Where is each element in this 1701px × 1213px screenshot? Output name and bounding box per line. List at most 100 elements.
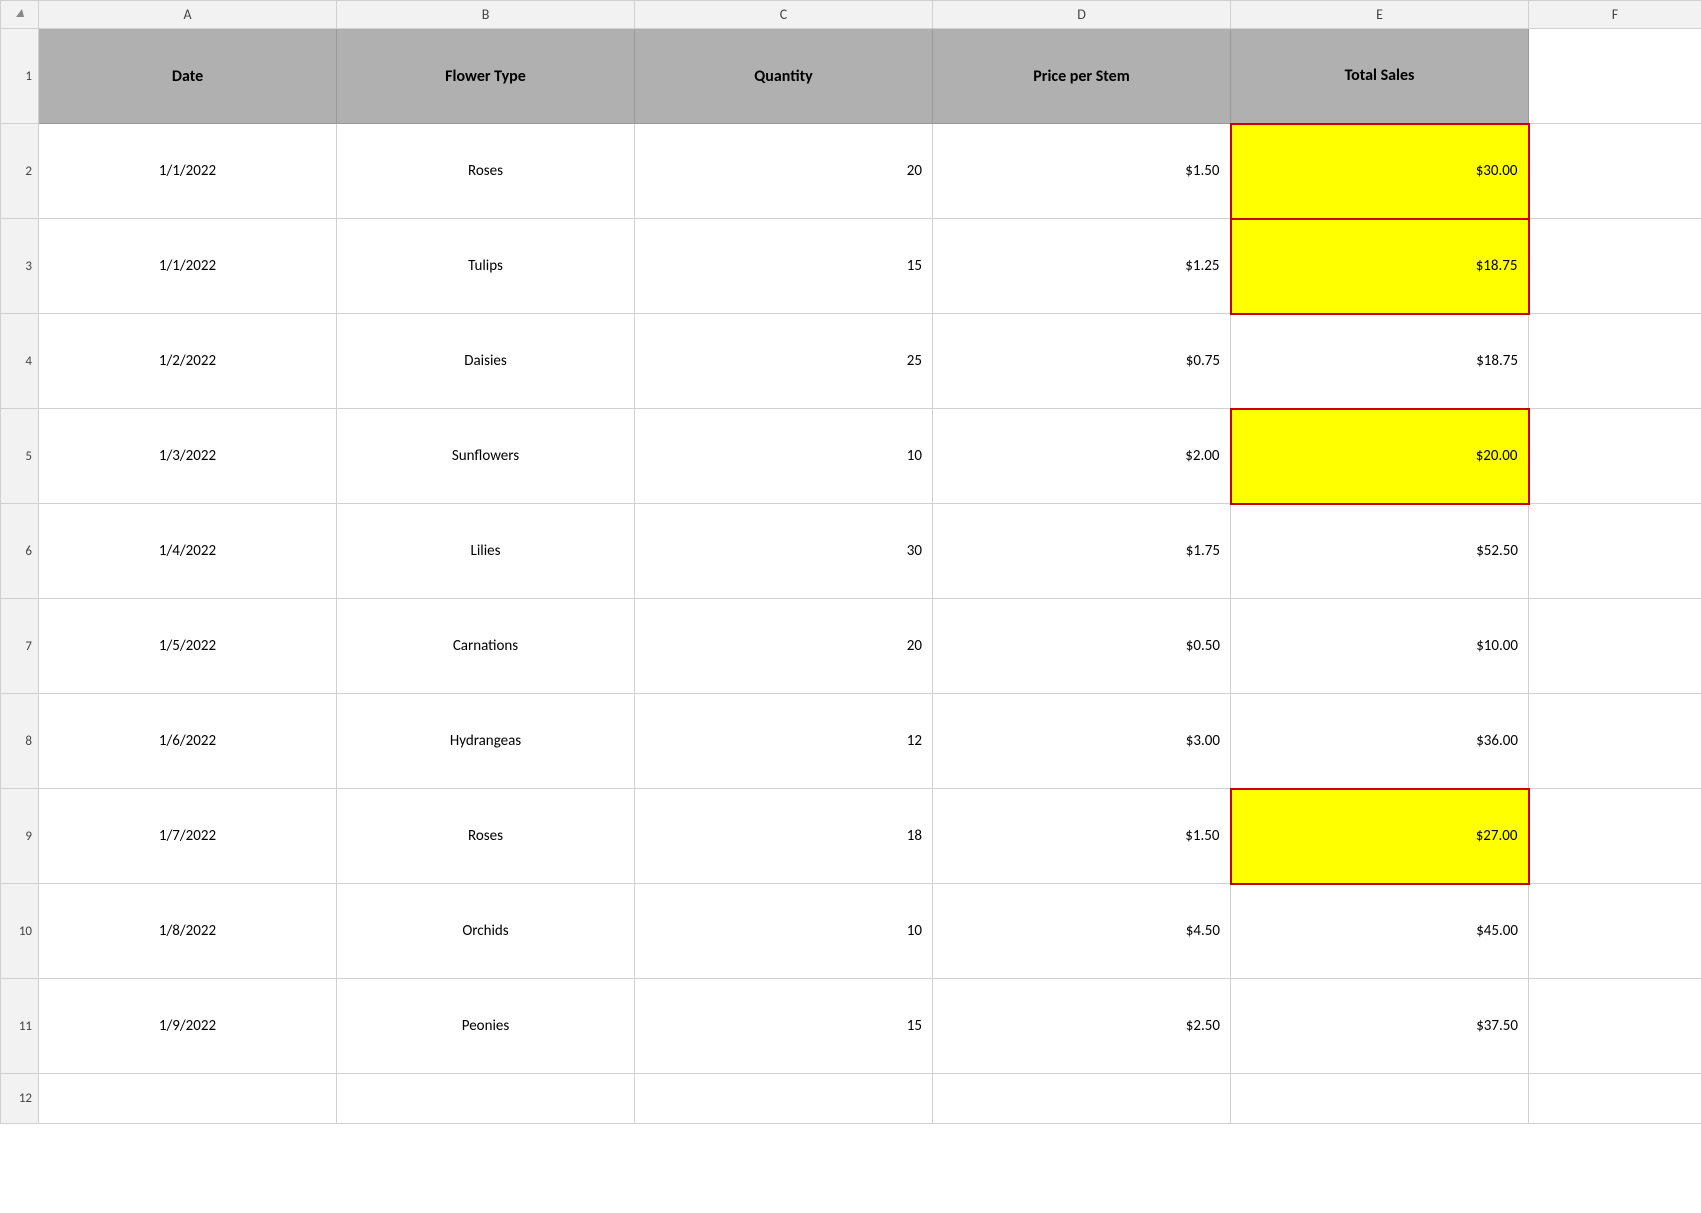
- corner-indicator: [1, 1, 39, 29]
- header-price-per-stem[interactable]: Price per Stem: [933, 29, 1231, 124]
- row-11: 111/9/2022Peonies15$2.50$37.50: [1, 979, 1701, 1074]
- row-num-8: 8: [1, 694, 39, 789]
- cell-date-row3[interactable]: 1/1/2022: [39, 219, 337, 314]
- header-date[interactable]: Date: [39, 29, 337, 124]
- cell-date-row2[interactable]: 1/1/2022: [39, 124, 337, 219]
- cell-price-row11[interactable]: $2.50: [933, 979, 1231, 1074]
- row-num-11: 11: [1, 979, 39, 1074]
- cell-price-row6[interactable]: $1.75: [933, 504, 1231, 599]
- header-flower-type[interactable]: Flower Type: [337, 29, 635, 124]
- cell-date-row4[interactable]: 1/2/2022: [39, 314, 337, 409]
- cell-price-row9[interactable]: $1.50: [933, 789, 1231, 884]
- cell-price-row4[interactable]: $0.75: [933, 314, 1231, 409]
- row-12-cell-6: [1529, 1074, 1701, 1124]
- cell-f-row8: [1529, 694, 1701, 789]
- cell-f-row2: [1529, 124, 1701, 219]
- cell-flower-row5[interactable]: Sunflowers: [337, 409, 635, 504]
- row-num-4: 4: [1, 314, 39, 409]
- cell-total-row9[interactable]: $27.00: [1231, 789, 1529, 884]
- col-d-header[interactable]: D: [933, 1, 1231, 29]
- cell-flower-row3[interactable]: Tulips: [337, 219, 635, 314]
- col-b-header[interactable]: B: [337, 1, 635, 29]
- col-a-header[interactable]: A: [39, 1, 337, 29]
- column-header-row: A B C D E F: [1, 1, 1701, 29]
- header-total-sales[interactable]: Total Sales: [1231, 29, 1529, 124]
- spreadsheet: A B C D E F 1 Date Flower Type Quantity …: [0, 0, 1701, 1213]
- row-12-cell-2: [337, 1074, 635, 1124]
- cell-price-row10[interactable]: $4.50: [933, 884, 1231, 979]
- row-3: 31/1/2022Tulips15$1.25$18.75: [1, 219, 1701, 314]
- header-quantity[interactable]: Quantity: [635, 29, 933, 124]
- row-12-cell-4: [933, 1074, 1231, 1124]
- cell-qty-row2[interactable]: 20: [635, 124, 933, 219]
- cell-flower-row4[interactable]: Daisies: [337, 314, 635, 409]
- row-9: 91/7/2022Roses18$1.50$27.00: [1, 789, 1701, 884]
- cell-date-row7[interactable]: 1/5/2022: [39, 599, 337, 694]
- cell-total-row10[interactable]: $45.00: [1231, 884, 1529, 979]
- cell-qty-row10[interactable]: 10: [635, 884, 933, 979]
- cell-total-row11[interactable]: $37.50: [1231, 979, 1529, 1074]
- cell-flower-row11[interactable]: Peonies: [337, 979, 635, 1074]
- cell-flower-row10[interactable]: Orchids: [337, 884, 635, 979]
- row-8: 81/6/2022Hydrangeas12$3.00$36.00: [1, 694, 1701, 789]
- cell-flower-row6[interactable]: Lilies: [337, 504, 635, 599]
- cell-date-row9[interactable]: 1/7/2022: [39, 789, 337, 884]
- cell-flower-row8[interactable]: Hydrangeas: [337, 694, 635, 789]
- cell-total-row7[interactable]: $10.00: [1231, 599, 1529, 694]
- row-7: 71/5/2022Carnations20$0.50$10.00: [1, 599, 1701, 694]
- col-c-header[interactable]: C: [635, 1, 933, 29]
- data-table: A B C D E F 1 Date Flower Type Quantity …: [0, 0, 1701, 1124]
- cell-qty-row8[interactable]: 12: [635, 694, 933, 789]
- cell-f-row4: [1529, 314, 1701, 409]
- cell-date-row6[interactable]: 1/4/2022: [39, 504, 337, 599]
- cell-f-row10: [1529, 884, 1701, 979]
- cell-price-row8[interactable]: $3.00: [933, 694, 1231, 789]
- cell-price-row3[interactable]: $1.25: [933, 219, 1231, 314]
- row-num-9: 9: [1, 789, 39, 884]
- cell-qty-row5[interactable]: 10: [635, 409, 933, 504]
- cell-qty-row7[interactable]: 20: [635, 599, 933, 694]
- row-12-cell-3: [635, 1074, 933, 1124]
- col-e-header[interactable]: E: [1231, 1, 1529, 29]
- cell-qty-row11[interactable]: 15: [635, 979, 933, 1074]
- row-12-cell-0: 12: [1, 1074, 39, 1124]
- cell-flower-row7[interactable]: Carnations: [337, 599, 635, 694]
- row-num-5: 5: [1, 409, 39, 504]
- cell-date-row10[interactable]: 1/8/2022: [39, 884, 337, 979]
- cell-qty-row9[interactable]: 18: [635, 789, 933, 884]
- col-f-header[interactable]: F: [1529, 1, 1701, 29]
- cell-total-row5[interactable]: $20.00: [1231, 409, 1529, 504]
- row-num-1: 1: [1, 29, 39, 124]
- cell-total-row8[interactable]: $36.00: [1231, 694, 1529, 789]
- cell-f-row9: [1529, 789, 1701, 884]
- cell-f-row11: [1529, 979, 1701, 1074]
- row-1: 1 Date Flower Type Quantity Price per St…: [1, 29, 1701, 124]
- cell-qty-row3[interactable]: 15: [635, 219, 933, 314]
- row-12: 12: [1, 1074, 1701, 1124]
- cell-qty-row4[interactable]: 25: [635, 314, 933, 409]
- row-num-2: 2: [1, 124, 39, 219]
- row-4: 41/2/2022Daisies25$0.75$18.75: [1, 314, 1701, 409]
- row-num-10: 10: [1, 884, 39, 979]
- cell-f-row5: [1529, 409, 1701, 504]
- cell-f-row6: [1529, 504, 1701, 599]
- cell-price-row2[interactable]: $1.50: [933, 124, 1231, 219]
- cell-date-row8[interactable]: 1/6/2022: [39, 694, 337, 789]
- cell-flower-row2[interactable]: Roses: [337, 124, 635, 219]
- cell-date-row11[interactable]: 1/9/2022: [39, 979, 337, 1074]
- cell-date-row5[interactable]: 1/3/2022: [39, 409, 337, 504]
- cell-price-row5[interactable]: $2.00: [933, 409, 1231, 504]
- cell-price-row7[interactable]: $0.50: [933, 599, 1231, 694]
- header-f-empty: [1529, 29, 1701, 124]
- cell-total-row6[interactable]: $52.50: [1231, 504, 1529, 599]
- row-num-3: 3: [1, 219, 39, 314]
- cell-flower-row9[interactable]: Roses: [337, 789, 635, 884]
- cell-total-row2[interactable]: $30.00: [1231, 124, 1529, 219]
- cell-total-row4[interactable]: $18.75: [1231, 314, 1529, 409]
- row-2: 21/1/2022Roses20$1.50$30.00: [1, 124, 1701, 219]
- row-6: 61/4/2022Lilies30$1.75$52.50: [1, 504, 1701, 599]
- cell-total-row3[interactable]: $18.75: [1231, 219, 1529, 314]
- row-num-7: 7: [1, 599, 39, 694]
- cell-qty-row6[interactable]: 30: [635, 504, 933, 599]
- row-12-cell-1: [39, 1074, 337, 1124]
